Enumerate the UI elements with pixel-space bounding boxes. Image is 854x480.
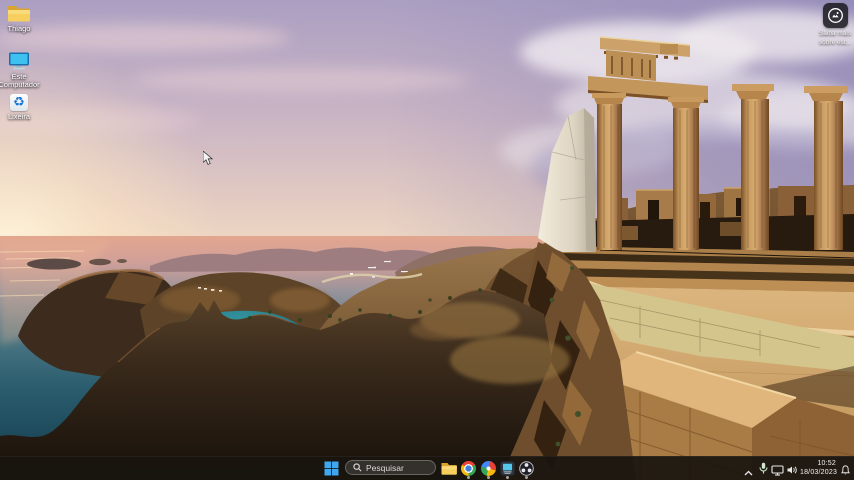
chevron-up-icon [743, 469, 754, 477]
taskbar-app-file-explorer[interactable] [441, 461, 457, 480]
pinwheel-app-icon [481, 461, 496, 476]
tray-clock[interactable]: 10:52 18/03/2023 [800, 460, 836, 477]
taskbar: Pesquisar [0, 456, 854, 480]
clock-date: 18/03/2023 [800, 469, 836, 478]
notification-bell-icon [840, 464, 851, 476]
search-placeholder: Pesquisar [366, 463, 404, 473]
search-box[interactable]: Pesquisar [345, 460, 436, 475]
taskbar-app-pinwheel-browser[interactable] [481, 461, 496, 476]
start-button[interactable] [324, 461, 339, 480]
running-indicator [506, 476, 509, 479]
desktop-icon-label: Thiago [8, 25, 31, 33]
running-indicator [487, 476, 490, 479]
windows-logo-icon [324, 461, 339, 476]
chrome-icon [461, 461, 476, 476]
tray-show-hidden-icons[interactable] [743, 464, 754, 480]
spotlight-label-line1: Saiba mais [819, 30, 851, 37]
obs-studio-icon [519, 461, 534, 476]
computer-monitor-icon [7, 51, 31, 71]
desktop-icon-user-folder[interactable]: Thiago [0, 3, 41, 33]
spotlight-picture-icon [823, 3, 848, 28]
tray-microphone[interactable] [758, 462, 769, 480]
tray-notifications[interactable] [840, 463, 851, 480]
spotlight-learn-more[interactable]: Saiba mais sobre est... [809, 3, 854, 46]
spotlight-label-line2: sobre est... [819, 39, 851, 46]
speaker-icon [786, 464, 798, 476]
clock-time: 10:52 [800, 460, 836, 469]
tray-network[interactable] [771, 463, 784, 480]
running-indicator [467, 476, 470, 479]
blue-display-app-icon [500, 461, 515, 476]
desktop[interactable]: Thiago Este Computador ♻ Lixeira Saiba m… [0, 0, 854, 480]
desktop-icon-label: Este Computador [0, 73, 41, 89]
search-icon [353, 463, 362, 472]
running-indicator [525, 476, 528, 479]
file-explorer-icon [441, 461, 457, 476]
desktop-icon-recycle-bin[interactable]: ♻ Lixeira [0, 94, 41, 121]
desktop-icon-label: Lixeira [8, 113, 30, 121]
microphone-icon [758, 462, 769, 475]
mouse-cursor [203, 151, 214, 166]
ethernet-network-icon [771, 465, 784, 476]
desktop-icon-this-pc[interactable]: Este Computador [0, 51, 41, 89]
folder-icon [7, 3, 31, 23]
tray-volume[interactable] [786, 463, 798, 480]
taskbar-app-chrome[interactable] [461, 461, 476, 476]
wallpaper-image [0, 0, 854, 480]
recycle-bin-icon: ♻ [10, 94, 28, 111]
